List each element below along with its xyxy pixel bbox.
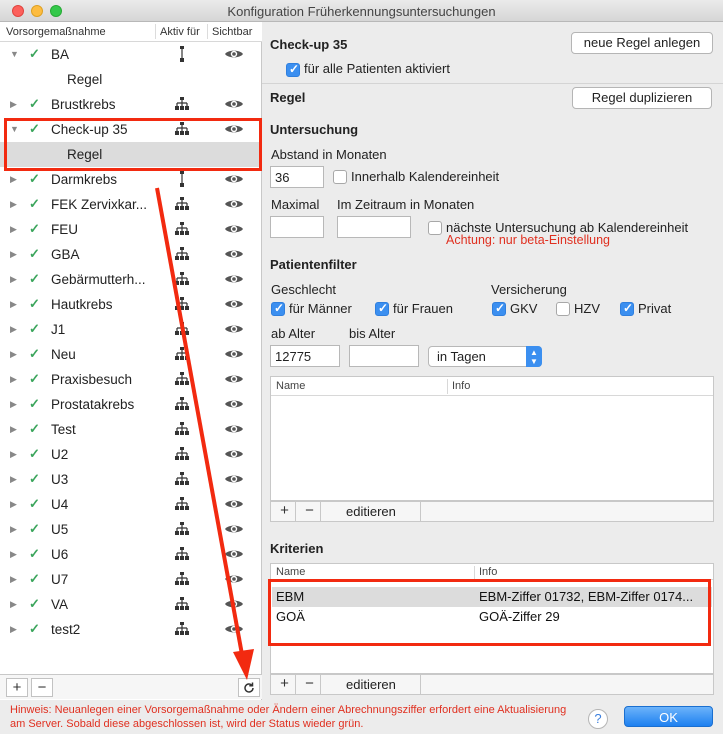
annotation-arrow <box>155 187 254 680</box>
